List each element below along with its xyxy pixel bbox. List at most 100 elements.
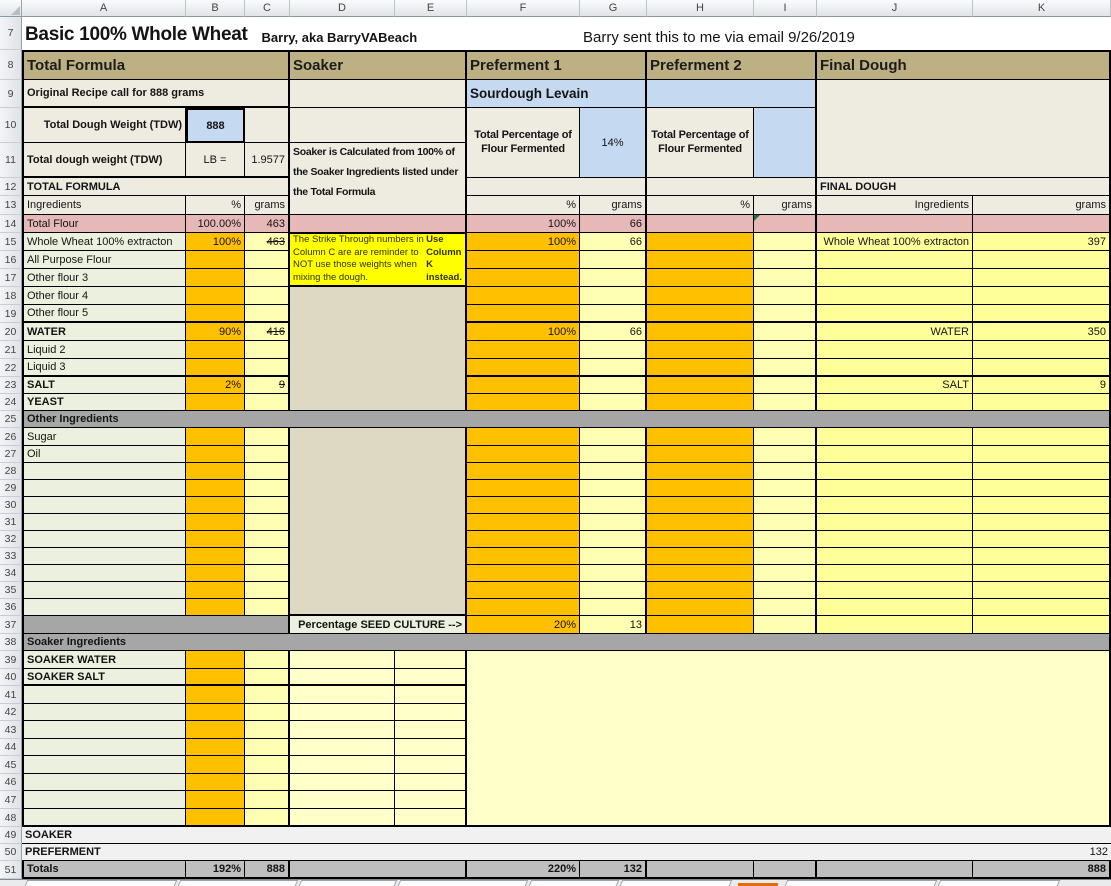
cell-A26[interactable]: Sugar [22, 428, 186, 446]
column-header-A[interactable]: A [22, 0, 186, 17]
cell-C43[interactable] [245, 721, 290, 739]
cell-A18[interactable]: Other flour 4 [22, 287, 186, 305]
cell-H15[interactable] [647, 233, 754, 251]
row-header-30[interactable]: 30 [0, 497, 22, 514]
cell-C35[interactable] [245, 582, 290, 599]
cell-J17[interactable] [817, 269, 973, 287]
cell-A14[interactable]: Total Flour [22, 215, 186, 233]
original-recipe-note[interactable]: Original Recipe call for 888 grams [22, 80, 290, 108]
cell-I37[interactable] [754, 616, 817, 634]
cell-A32[interactable] [22, 531, 186, 548]
cell-D40[interactable] [290, 669, 395, 686]
row-header-49[interactable]: 49 [0, 827, 22, 844]
sheet-tab[interactable] [178, 880, 299, 886]
cell-J36[interactable] [817, 599, 973, 616]
cell-K21[interactable] [973, 341, 1111, 359]
cell-I28[interactable] [754, 463, 817, 480]
cell-E44[interactable] [395, 739, 467, 756]
cell-B35[interactable] [186, 582, 245, 599]
cell-G16[interactable] [580, 251, 647, 269]
sheet-tab[interactable] [529, 880, 620, 886]
cell-B11[interactable]: LB = [186, 143, 245, 178]
cell-J14[interactable] [817, 215, 973, 233]
cell-B20[interactable]: 90% [186, 323, 245, 341]
row-header-8[interactable]: 8 [0, 50, 22, 80]
cell-C33[interactable] [245, 548, 290, 565]
cell-D41[interactable] [290, 686, 395, 704]
cell-K17[interactable] [973, 269, 1111, 287]
cell-J33[interactable] [817, 548, 973, 565]
cell-C14[interactable]: 463 [245, 215, 290, 233]
cell-G36[interactable] [580, 599, 647, 616]
cell-C22[interactable] [245, 359, 290, 377]
cell-A43[interactable] [22, 721, 186, 739]
cell-H37[interactable] [647, 616, 754, 634]
row-header-44[interactable]: 44 [0, 739, 22, 756]
row-header-46[interactable]: 46 [0, 774, 22, 791]
row-header-25[interactable]: 25 [0, 411, 22, 428]
cell-J31[interactable] [817, 514, 973, 531]
row-header-40[interactable]: 40 [0, 669, 22, 686]
cell-A47[interactable] [22, 791, 186, 809]
cell-K36[interactable] [973, 599, 1111, 616]
cell-C27[interactable] [245, 446, 290, 463]
cell-H28[interactable] [647, 463, 754, 480]
cell-F26[interactable] [467, 428, 580, 446]
cell-I32[interactable] [754, 531, 817, 548]
row-soaker[interactable]: SOAKER [22, 827, 1111, 844]
sheet-tab[interactable] [785, 880, 938, 886]
cell-K34[interactable] [973, 565, 1111, 582]
cell-D45[interactable] [290, 756, 395, 774]
cell-A41[interactable] [22, 686, 186, 704]
cell-K33[interactable] [973, 548, 1111, 565]
tdw-pounds[interactable]: 1.9577 [245, 143, 290, 178]
cell-D39[interactable] [290, 651, 395, 669]
cell-E40[interactable] [395, 669, 467, 686]
cell-F20[interactable]: 100% [467, 323, 580, 341]
cell-J19[interactable] [817, 305, 973, 323]
cell-K13[interactable]: grams [973, 196, 1111, 215]
row-header-48[interactable]: 48 [0, 809, 22, 827]
cell-F14[interactable]: 100% [467, 215, 580, 233]
cell-A40[interactable]: SOAKER SALT [22, 669, 186, 686]
row-header-15[interactable]: 15 [0, 233, 22, 251]
cell-A13[interactable]: Ingredients [22, 196, 186, 215]
cell-B19[interactable] [186, 305, 245, 323]
cell-A37[interactable] [22, 616, 290, 634]
row-header-12[interactable]: 12 [0, 178, 22, 196]
cell-G24[interactable] [580, 394, 647, 411]
cell-F36[interactable] [467, 599, 580, 616]
pref1-fermented-label[interactable]: Total Percentage of Flour Fermented [467, 108, 580, 178]
section-total-formula[interactable]: Total Formula [22, 50, 290, 80]
sheet-tab[interactable] [25, 880, 178, 886]
row-header-28[interactable]: 28 [0, 463, 22, 480]
cell-E46[interactable] [395, 774, 467, 791]
cell-C15[interactable]: 463 [245, 233, 290, 251]
cell-F18[interactable] [467, 287, 580, 305]
cell-B27[interactable] [186, 446, 245, 463]
cell-B17[interactable] [186, 269, 245, 287]
cell-C28[interactable] [245, 463, 290, 480]
row-header-33[interactable]: 33 [0, 548, 22, 565]
row-header-41[interactable]: 41 [0, 686, 22, 704]
cell-B28[interactable] [186, 463, 245, 480]
cell-F23[interactable] [467, 377, 580, 394]
cell-B16[interactable] [186, 251, 245, 269]
cell-B45[interactable] [186, 756, 245, 774]
cell-A46[interactable] [22, 774, 186, 791]
cell-J35[interactable] [817, 582, 973, 599]
cell-K26[interactable] [973, 428, 1111, 446]
row-header-16[interactable]: 16 [0, 251, 22, 269]
row-header-31[interactable]: 31 [0, 514, 22, 531]
cell-I24[interactable] [754, 394, 817, 411]
cell-K14[interactable] [973, 215, 1111, 233]
cell-B41[interactable] [186, 686, 245, 704]
cell-J51[interactable] [817, 861, 973, 879]
cell-G22[interactable] [580, 359, 647, 377]
cell-J24[interactable] [817, 394, 973, 411]
row-header-38[interactable]: 38 [0, 634, 22, 651]
cell-F35[interactable] [467, 582, 580, 599]
cell-K24[interactable] [973, 394, 1111, 411]
cell-I33[interactable] [754, 548, 817, 565]
cell-A36[interactable] [22, 599, 186, 616]
